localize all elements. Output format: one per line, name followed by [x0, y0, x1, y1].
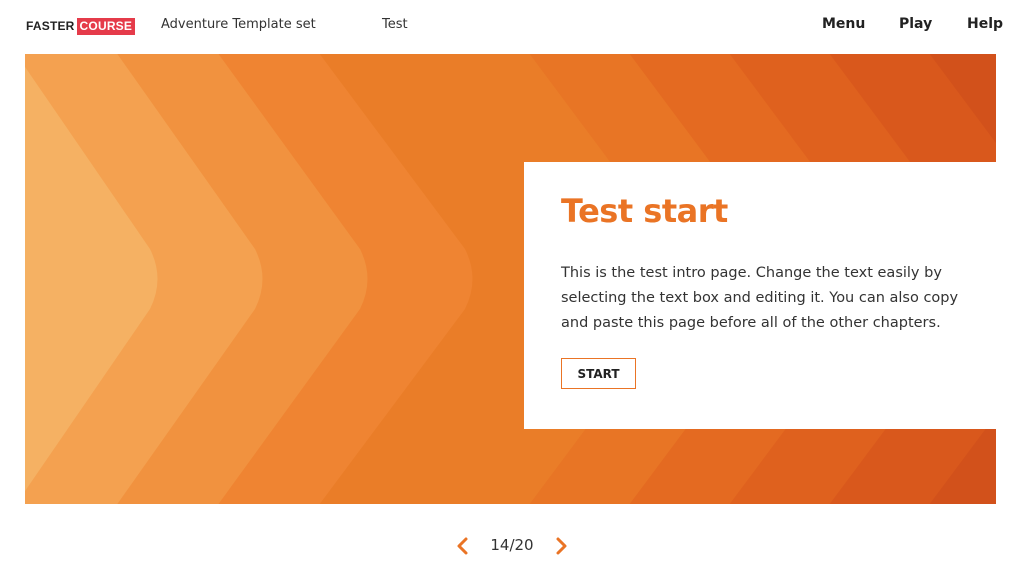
chevron-left-icon: [457, 537, 468, 555]
logo-text-faster: FASTER: [26, 19, 75, 33]
course-title: Adventure Template set: [161, 17, 316, 32]
intro-card: Test start This is the test intro page. …: [524, 162, 996, 429]
start-button[interactable]: START: [561, 358, 636, 389]
menu-button[interactable]: Menu: [822, 16, 865, 32]
chevron-right-icon: [556, 537, 567, 555]
card-title: Test start: [561, 192, 728, 230]
help-button[interactable]: Help: [967, 16, 1003, 32]
chapter-title: Test: [382, 17, 408, 32]
next-page-button[interactable]: [553, 536, 569, 556]
top-bar: FASTER COURSE Adventure Template set Tes…: [0, 0, 1024, 52]
previous-page-button[interactable]: [455, 536, 471, 556]
page-counter: 14/20: [490, 536, 534, 554]
card-body-text: This is the test intro page. Change the …: [561, 265, 959, 331]
play-button[interactable]: Play: [899, 16, 932, 32]
faster-course-logo[interactable]: FASTER COURSE: [26, 17, 136, 35]
logo-text-course: COURSE: [76, 17, 136, 35]
page-navigation: 14/20: [0, 532, 1024, 558]
